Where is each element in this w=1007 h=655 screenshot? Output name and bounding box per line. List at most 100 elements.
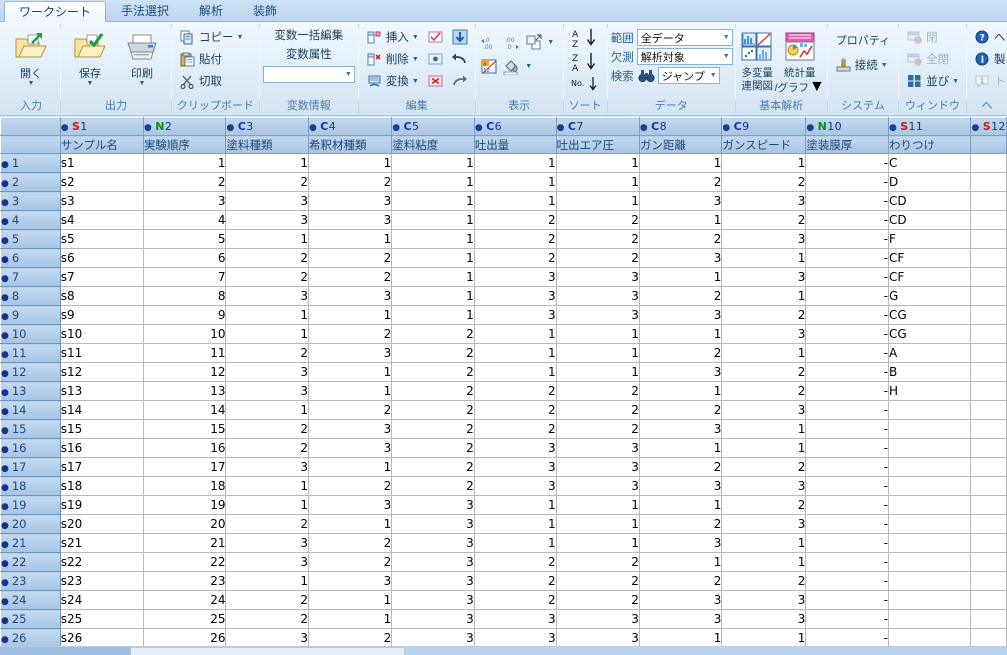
cell-r9-c10[interactable]: - — [805, 305, 889, 325]
table-row[interactable]: ● 23 s23 23 1 3 3 2 2 2 2- — [0, 571, 1007, 591]
cell-r9-c12[interactable] — [970, 305, 1007, 325]
cell-r1-c2[interactable]: 1 — [143, 153, 227, 173]
cell-r4-c5[interactable]: 1 — [391, 210, 475, 230]
cell-r8-c10[interactable]: - — [805, 286, 889, 306]
cell-r26-c12[interactable] — [970, 628, 1007, 648]
cell-r20-c6[interactable]: 1 — [474, 514, 557, 534]
sort-za-icon[interactable]: ZA — [568, 50, 602, 74]
cell-r20-c1[interactable]: s20 — [60, 514, 144, 534]
cell-r2-c9[interactable]: 2 — [721, 172, 807, 192]
cell-r8-c2[interactable]: 8 — [143, 286, 227, 306]
cell-r15-c5[interactable]: 2 — [391, 419, 475, 439]
decimal-increase-icon[interactable]: .0.00 — [479, 31, 501, 53]
cell-r11-c2[interactable]: 11 — [143, 343, 227, 363]
table-row[interactable]: ● 21 s21 21 3 2 3 1 1 3 1- — [0, 533, 1007, 553]
cell-r26-c7[interactable]: 3 — [556, 628, 640, 648]
cell-r2-c2[interactable]: 2 — [143, 172, 227, 192]
product-info-button[interactable]: i 製 — [970, 48, 1007, 70]
cell-r23-c5[interactable]: 3 — [391, 571, 475, 591]
cell-r15-c8[interactable]: 3 — [639, 419, 723, 439]
cell-r21-c10[interactable]: - — [805, 533, 889, 553]
cell-r19-c5[interactable]: 3 — [391, 495, 475, 515]
tab-worksheet[interactable]: ワークシート — [4, 1, 107, 22]
cell-r20-c11[interactable] — [888, 514, 972, 534]
table-row[interactable]: ● 4 s4 4 3 3 1 2 2 1 2- CD — [0, 210, 1007, 230]
convert-button[interactable]: 変換 ▼ — [362, 70, 423, 92]
chevron-down-icon[interactable]: ▼ — [412, 56, 419, 63]
cell-r22-c4[interactable]: 2 — [308, 552, 393, 572]
row-header-9[interactable]: ● 9 — [0, 305, 61, 325]
cell-r15-c2[interactable]: 15 — [143, 419, 227, 439]
cell-r11-c10[interactable]: - — [805, 343, 889, 363]
cell-r20-c10[interactable]: - — [805, 514, 889, 534]
row-header-20[interactable]: ● 20 — [0, 514, 61, 534]
cell-r13-c11[interactable]: H — [888, 381, 972, 401]
cell-r9-c3[interactable]: 1 — [225, 305, 309, 325]
connect-button[interactable]: 接続 ▼ — [831, 54, 892, 76]
cell-r25-c5[interactable]: 3 — [391, 609, 475, 629]
cell-r1-c5[interactable]: 1 — [391, 153, 475, 173]
cell-r10-c7[interactable]: 1 — [556, 324, 640, 344]
tile-windows-button[interactable]: 並び ▼ — [902, 70, 963, 92]
row-header-15[interactable]: ● 15 — [0, 419, 61, 439]
cell-r2-c3[interactable]: 2 — [225, 172, 309, 192]
chevron-down-icon[interactable]: ▼ — [412, 34, 419, 41]
cell-r9-c11[interactable]: CG — [888, 305, 972, 325]
cell-r12-c2[interactable]: 12 — [143, 362, 227, 382]
cell-r19-c9[interactable]: 2 — [721, 495, 807, 515]
cell-r15-c7[interactable]: 2 — [556, 419, 640, 439]
table-row[interactable]: ● 3 s3 3 3 3 1 1 1 3 3- CD — [0, 191, 1007, 211]
cell-r11-c4[interactable]: 3 — [308, 343, 393, 363]
cell-r23-c11[interactable] — [888, 571, 972, 591]
cell-r25-c7[interactable]: 3 — [556, 609, 640, 629]
cell-r3-c8[interactable]: 3 — [639, 191, 723, 211]
table-row[interactable]: ● 18 s18 18 1 2 2 3 3 3 3- — [0, 476, 1007, 496]
cell-r4-c9[interactable]: 2 — [721, 210, 807, 230]
multivariate-plot-button[interactable]: 多変量 連関図 — [739, 26, 776, 94]
row-header-6[interactable]: ● 6 — [0, 248, 61, 268]
cell-r5-c1[interactable]: s5 — [60, 229, 144, 249]
cell-r18-c9[interactable]: 3 — [721, 476, 807, 496]
cell-r26-c10[interactable]: - — [805, 628, 889, 648]
cell-r16-c1[interactable]: s16 — [60, 438, 144, 458]
row-header-14[interactable]: ● 14 — [0, 400, 61, 420]
row-header-19[interactable]: ● 19 — [0, 495, 61, 515]
column-name-header-2[interactable]: 実験順序 — [142, 135, 227, 154]
cell-r21-c9[interactable]: 1 — [721, 533, 807, 553]
cell-r21-c11[interactable] — [888, 533, 972, 553]
cell-r7-c11[interactable]: CF — [888, 267, 972, 287]
cell-r22-c11[interactable] — [888, 552, 972, 572]
table-row[interactable]: ● 13 s13 13 3 1 2 2 2 1 2- H — [0, 381, 1007, 401]
cell-r24-c11[interactable] — [888, 590, 972, 610]
chevron-down-icon[interactable]: ▼ — [237, 34, 244, 41]
cell-r10-c11[interactable]: CG — [888, 324, 972, 344]
fill-color-icon[interactable] — [501, 55, 523, 77]
cell-r1-c3[interactable]: 1 — [225, 153, 309, 173]
cell-r24-c9[interactable]: 3 — [721, 590, 807, 610]
cell-r19-c6[interactable]: 1 — [474, 495, 557, 515]
cell-r7-c12[interactable] — [970, 267, 1007, 287]
help-button[interactable]: ? ヘ — [970, 26, 1007, 48]
cell-r21-c4[interactable]: 2 — [308, 533, 393, 553]
cell-r25-c9[interactable]: 3 — [721, 609, 807, 629]
row-header-18[interactable]: ● 18 — [0, 476, 61, 496]
cell-r3-c10[interactable]: - — [805, 191, 889, 211]
cell-r11-c9[interactable]: 1 — [721, 343, 807, 363]
row-header-5[interactable]: ● 5 — [0, 229, 61, 249]
tip-button[interactable]: i ト — [970, 70, 1007, 92]
variable-select-combo[interactable]: ▼ — [262, 66, 355, 83]
cell-r23-c2[interactable]: 23 — [143, 571, 227, 591]
cell-r2-c6[interactable]: 1 — [474, 172, 557, 192]
row-header-25[interactable]: ● 25 — [0, 609, 61, 629]
cell-r15-c10[interactable]: - — [805, 419, 889, 439]
decimal-decrease-icon[interactable]: .00.0 — [501, 31, 523, 53]
cell-r15-c4[interactable]: 3 — [308, 419, 393, 439]
cell-r11-c7[interactable]: 1 — [556, 343, 640, 363]
cell-r3-c2[interactable]: 3 — [143, 191, 227, 211]
row-header-3[interactable]: ● 3 — [0, 191, 61, 211]
cell-r1-c8[interactable]: 1 — [639, 153, 723, 173]
cell-r3-c4[interactable]: 3 — [308, 191, 393, 211]
cell-r6-c7[interactable]: 2 — [556, 248, 640, 268]
cell-r16-c10[interactable]: - — [805, 438, 889, 458]
column-name-header-4[interactable]: 希釈材種類 — [307, 135, 393, 154]
